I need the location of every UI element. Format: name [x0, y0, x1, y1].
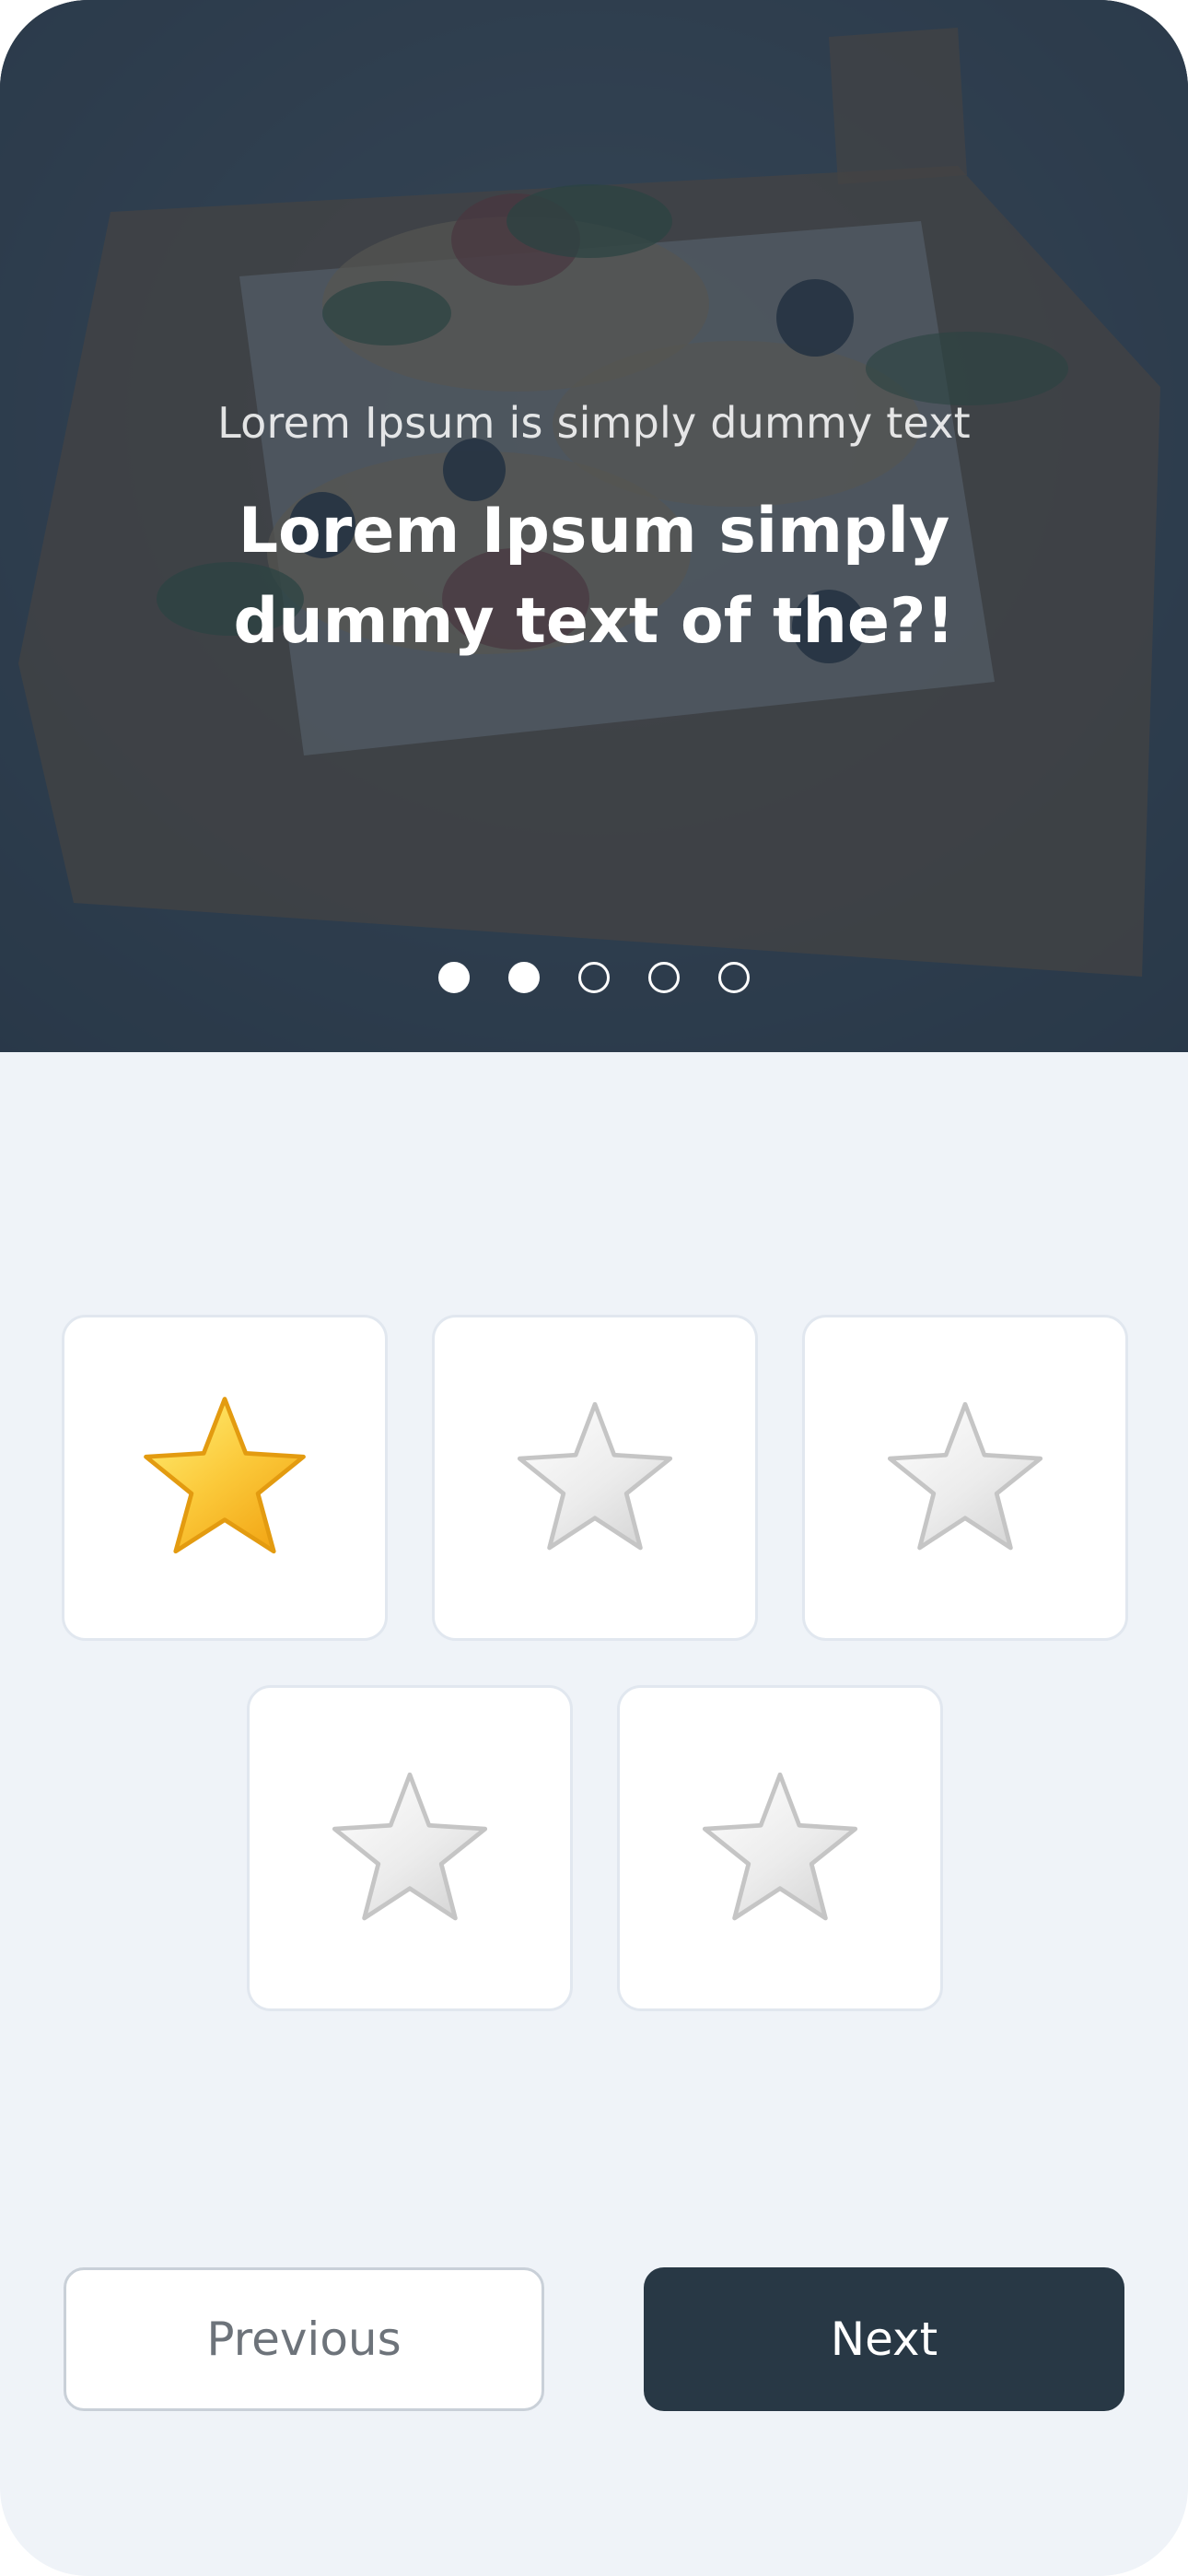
rating-screen: Lorem Ipsum is simply dummy text Lorem I… — [0, 0, 1188, 2576]
star-option-5[interactable] — [617, 1685, 943, 2011]
next-button[interactable]: Next — [644, 2267, 1124, 2411]
hero-title: Lorem Ipsum simply dummy text of the?! — [233, 495, 955, 658]
star-option-4[interactable] — [247, 1685, 573, 2011]
star-option-2[interactable] — [432, 1315, 758, 1641]
star-empty-icon — [332, 1772, 488, 1921]
star-option-3[interactable] — [802, 1315, 1128, 1641]
star-option-1[interactable] — [62, 1315, 388, 1641]
pagination-dot-5[interactable] — [718, 962, 750, 993]
pagination-dot-4[interactable] — [648, 962, 680, 993]
hero-banner: Lorem Ipsum is simply dummy text Lorem I… — [0, 0, 1188, 1052]
pagination-dots — [0, 962, 1188, 999]
pagination-dot-1[interactable] — [438, 962, 470, 993]
pagination-dot-2[interactable] — [508, 962, 540, 993]
pagination-dot-3[interactable] — [578, 962, 610, 993]
star-filled-icon — [144, 1397, 306, 1554]
previous-button[interactable]: Previous — [64, 2267, 544, 2411]
star-empty-icon — [702, 1772, 858, 1921]
star-empty-icon — [517, 1401, 673, 1551]
hero-subtitle: Lorem Ipsum is simply dummy text — [217, 398, 971, 448]
star-empty-icon — [887, 1401, 1043, 1551]
